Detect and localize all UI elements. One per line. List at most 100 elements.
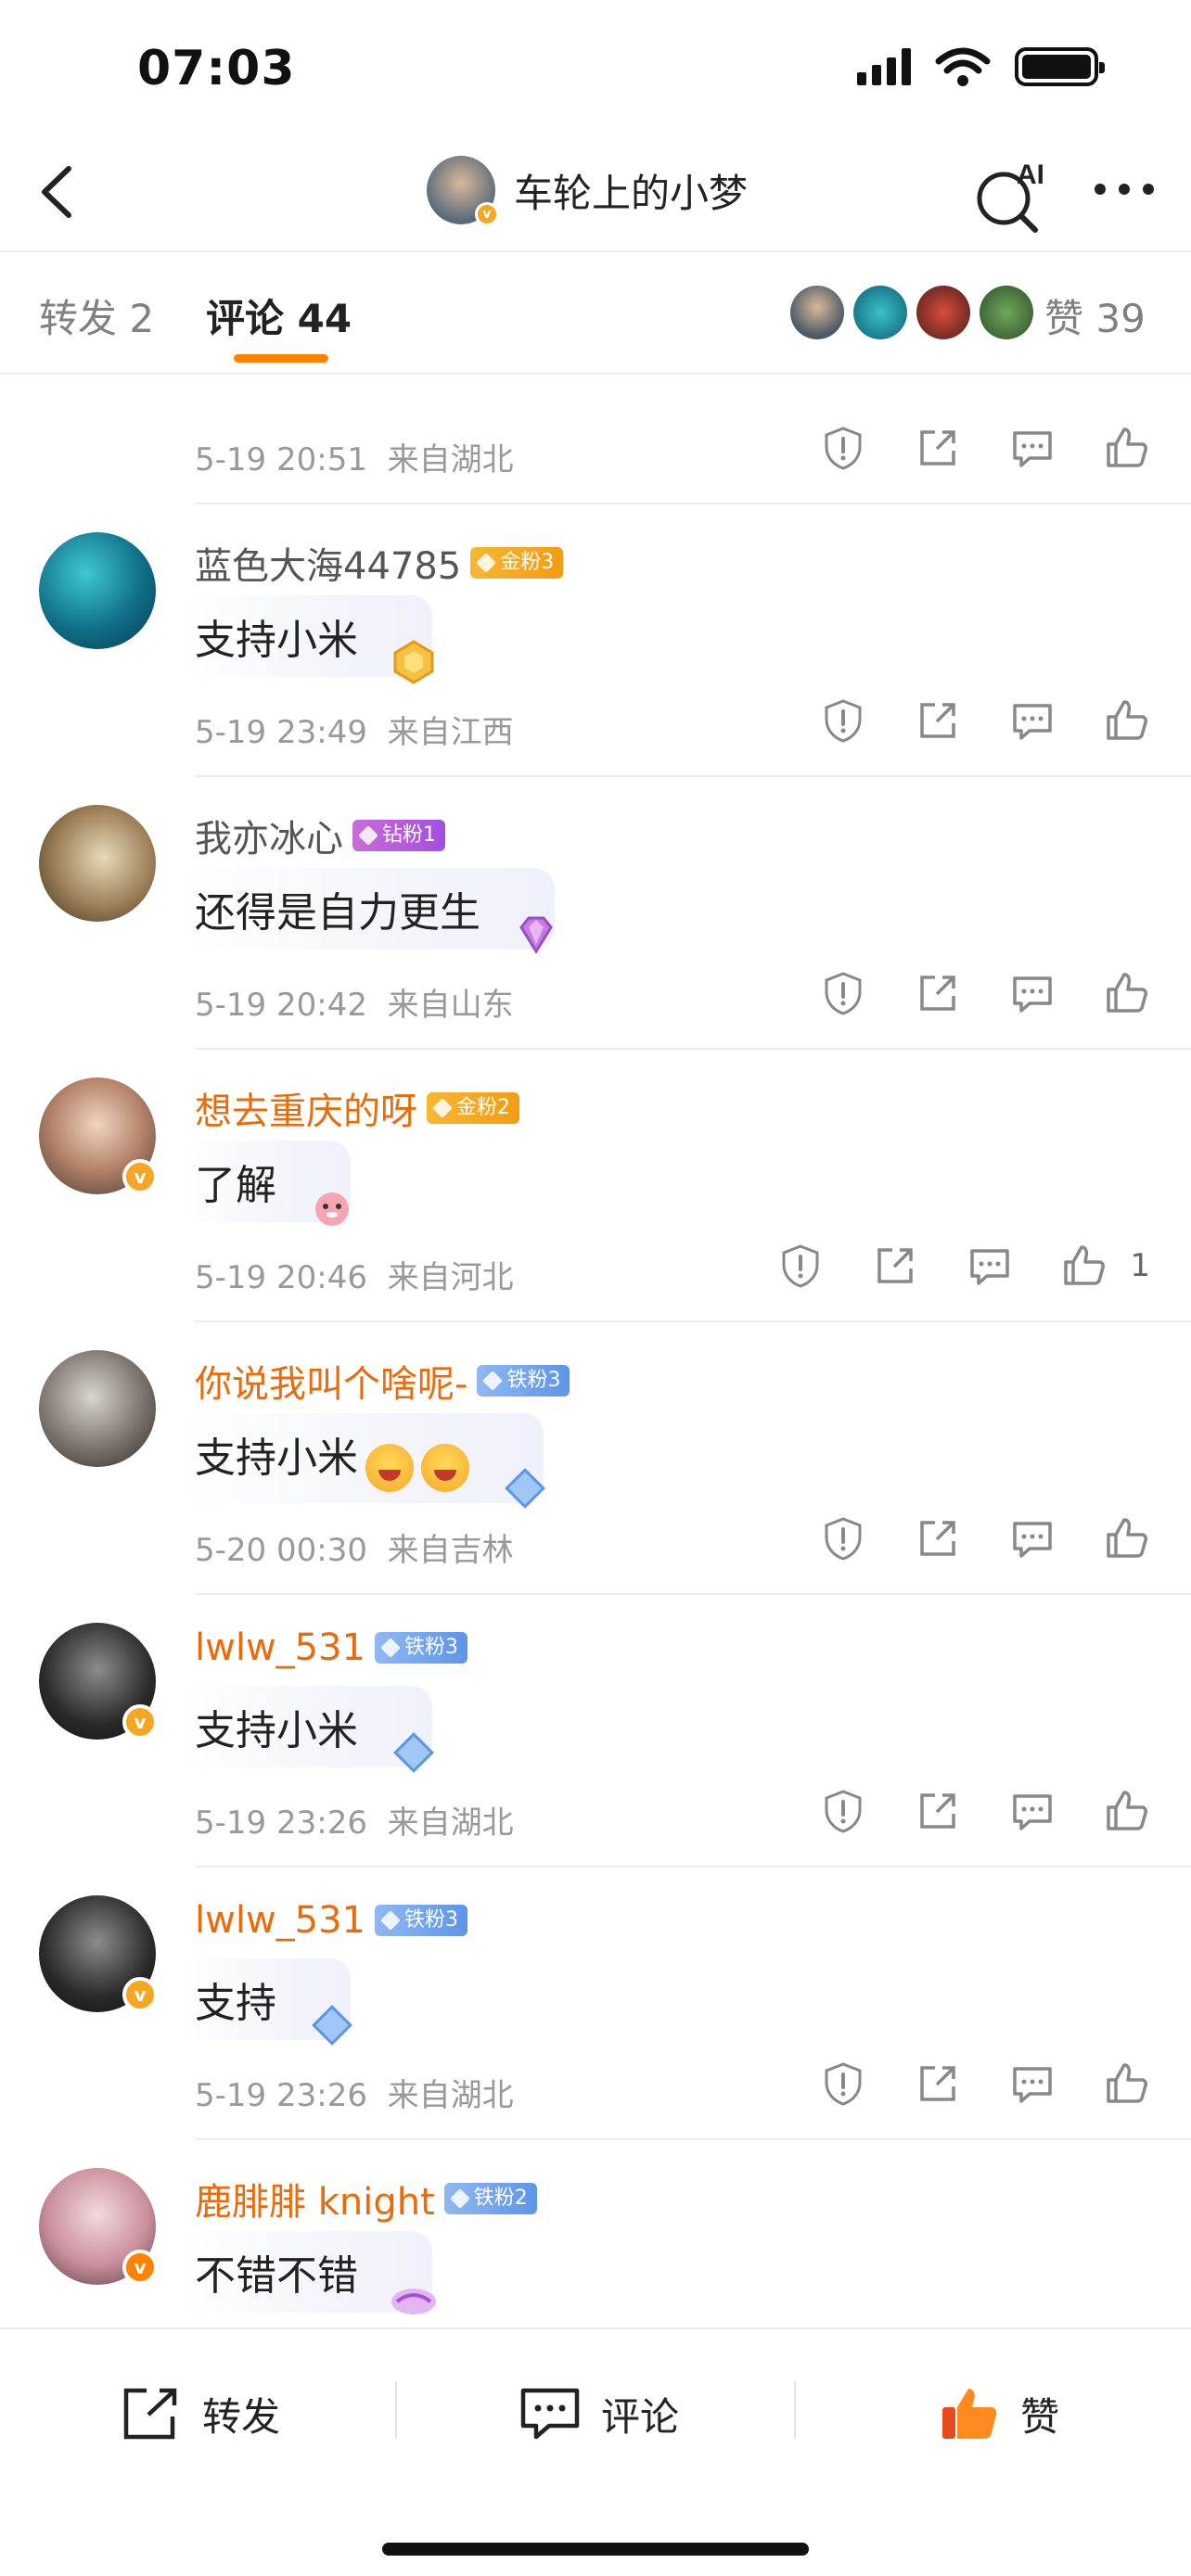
comment-username[interactable]: lwlw_531 bbox=[195, 1626, 365, 1669]
share-icon[interactable] bbox=[915, 970, 961, 1016]
comment-icon bbox=[520, 2388, 580, 2440]
nav-avatar[interactable]: v bbox=[427, 156, 499, 226]
comment-bubble[interactable]: 支持 bbox=[182, 1958, 352, 2046]
diamond-icon bbox=[519, 916, 553, 954]
comment-username[interactable]: 鹿腓腓 knight bbox=[195, 2172, 435, 2225]
comment-location: 来自湖北 bbox=[387, 441, 514, 478]
reply-icon[interactable] bbox=[967, 1243, 1013, 1289]
like-icon[interactable] bbox=[1104, 2060, 1150, 2107]
share-icon[interactable] bbox=[872, 1243, 918, 1289]
laugh-emoji-icon bbox=[365, 1443, 414, 1492]
comment-text: 支持小米 bbox=[195, 617, 358, 664]
comment-avatar[interactable]: v bbox=[39, 1078, 158, 1194]
report-icon[interactable] bbox=[820, 697, 866, 744]
reply-icon[interactable] bbox=[1009, 425, 1056, 471]
ai-label: AI bbox=[1017, 159, 1044, 190]
like-icon[interactable] bbox=[1104, 697, 1150, 744]
like-button[interactable]: 赞 bbox=[939, 2385, 1059, 2442]
share-icon[interactable] bbox=[915, 425, 961, 471]
report-icon[interactable] bbox=[820, 1788, 866, 1834]
comment-bubble[interactable]: 不错不错 bbox=[182, 2231, 436, 2315]
fan-badge-label: 钻粉1 bbox=[382, 823, 436, 847]
reply-icon[interactable] bbox=[1009, 1788, 1056, 1834]
fan-badge[interactable]: 钻粉1 bbox=[352, 820, 445, 851]
fan-badge[interactable]: 铁粉3 bbox=[477, 1365, 570, 1396]
tab-active-indicator bbox=[234, 354, 328, 363]
comment-actions: 1 bbox=[777, 1243, 1150, 1289]
comment-bubble[interactable]: 支持小米 bbox=[182, 1413, 545, 1509]
laugh-emoji-icon bbox=[421, 1443, 469, 1492]
report-icon[interactable] bbox=[820, 2060, 866, 2107]
liker-avatars[interactable] bbox=[790, 286, 1033, 339]
nav-title: 车轮上的小梦 bbox=[514, 170, 749, 216]
comment-time: 5-19 23:26 bbox=[195, 2077, 367, 2114]
report-icon[interactable] bbox=[820, 425, 866, 471]
share-icon[interactable] bbox=[915, 697, 961, 744]
verified-icon: v bbox=[122, 2250, 158, 2285]
comment-username[interactable]: lwlw_531 bbox=[195, 1899, 365, 1942]
repost-label: 转发 bbox=[202, 2393, 281, 2440]
fan-badge-label: 铁粉3 bbox=[506, 1369, 561, 1392]
back-icon[interactable] bbox=[28, 159, 93, 224]
liker-avatar bbox=[853, 286, 907, 339]
comment-button[interactable]: 评论 bbox=[519, 2385, 679, 2442]
comment-actions bbox=[820, 1515, 1150, 1562]
report-icon[interactable] bbox=[820, 970, 866, 1016]
reply-icon[interactable] bbox=[1009, 1515, 1056, 1562]
comment-text: 支持小米 bbox=[195, 1707, 358, 1754]
comment-avatar[interactable] bbox=[39, 1350, 156, 1467]
comment-bubble[interactable]: 支持小米 bbox=[182, 1686, 434, 1773]
share-icon[interactable] bbox=[915, 1788, 961, 1834]
comment-item: v 鹿腓腓 knight 铁粉2 不错不错 bbox=[0, 2140, 1191, 2327]
comment-meta: 5-19 20:46 来自河北 bbox=[195, 1252, 514, 1297]
like-icon[interactable] bbox=[1061, 1243, 1108, 1289]
comment-avatar[interactable]: v bbox=[39, 1895, 158, 2012]
comment-username[interactable]: 想去重庆的呀 bbox=[195, 1081, 417, 1135]
comment-actions bbox=[820, 1788, 1150, 1834]
fan-badge[interactable]: 金粉3 bbox=[470, 547, 564, 579]
share-icon[interactable] bbox=[915, 2060, 961, 2107]
ai-search-icon[interactable]: AI bbox=[972, 156, 1052, 236]
like-icon[interactable] bbox=[1104, 1515, 1150, 1562]
comment-location: 来自江西 bbox=[387, 714, 514, 751]
comment-item: 你说我叫个啥呢- 铁粉3 支持小米 5-20 00:30 来自吉林 bbox=[0, 1322, 1191, 1595]
fan-badge[interactable]: 金粉2 bbox=[427, 1092, 519, 1124]
share-icon[interactable] bbox=[915, 1515, 961, 1562]
comment-bubble[interactable]: 支持小米 bbox=[182, 595, 434, 684]
reply-icon[interactable] bbox=[1009, 697, 1056, 744]
like-icon[interactable] bbox=[1104, 1788, 1150, 1834]
report-icon[interactable] bbox=[820, 1515, 866, 1562]
fan-badge-label: 金粉3 bbox=[500, 551, 555, 574]
fan-badge[interactable]: 铁粉3 bbox=[375, 1905, 468, 1936]
fan-badge[interactable]: 铁粉2 bbox=[443, 2183, 537, 2214]
comment-list[interactable]: 5-19 20:51 来自湖北 蓝色大海44785 金粉3 支持小米 5-19 … bbox=[0, 375, 1191, 2327]
comment-meta: 5-19 23:49 来自江西 bbox=[195, 707, 514, 752]
comment-item: v 想去重庆的呀 金粉2 了解 5-19 20:46 来自河北 1 bbox=[0, 1050, 1191, 1322]
tab-comment[interactable]: 评论 44 bbox=[206, 287, 352, 344]
repost-icon bbox=[123, 2388, 177, 2440]
tab-repost[interactable]: 转发 2 bbox=[39, 287, 154, 344]
nav-user[interactable]: v 车轮上的小梦 bbox=[427, 156, 749, 226]
like-icon[interactable] bbox=[1104, 970, 1150, 1016]
status-icons bbox=[857, 46, 1105, 87]
fan-badge[interactable]: 铁粉3 bbox=[375, 1632, 468, 1664]
comment-bubble[interactable]: 还得是自力更生 bbox=[182, 868, 555, 954]
comment-avatar[interactable] bbox=[39, 532, 156, 649]
tab-likes[interactable]: 赞 39 bbox=[1044, 287, 1146, 344]
reply-icon[interactable] bbox=[1009, 970, 1056, 1016]
comment-avatar[interactable]: v bbox=[39, 2168, 158, 2285]
comment-username[interactable]: 我亦冰心 bbox=[195, 809, 343, 862]
repost-button[interactable]: 转发 bbox=[121, 2385, 280, 2442]
comment-time: 5-19 23:49 bbox=[195, 714, 367, 751]
comment-item: v lwlw_531 铁粉3 支持小米 5-19 23:26 来自湖北 bbox=[0, 1595, 1191, 1868]
comment-avatar[interactable] bbox=[39, 805, 156, 922]
like-icon[interactable] bbox=[1104, 425, 1150, 471]
report-icon[interactable] bbox=[777, 1243, 824, 1289]
comment-avatar[interactable]: v bbox=[39, 1623, 158, 1740]
comment-username[interactable]: 蓝色大海44785 bbox=[195, 536, 461, 590]
divider bbox=[395, 2381, 397, 2439]
reply-icon[interactable] bbox=[1009, 2060, 1056, 2107]
comment-bubble[interactable]: 了解 bbox=[182, 1141, 351, 1226]
comment-username[interactable]: 你说我叫个啥呢- bbox=[195, 1354, 467, 1408]
more-icon[interactable] bbox=[1095, 184, 1154, 195]
